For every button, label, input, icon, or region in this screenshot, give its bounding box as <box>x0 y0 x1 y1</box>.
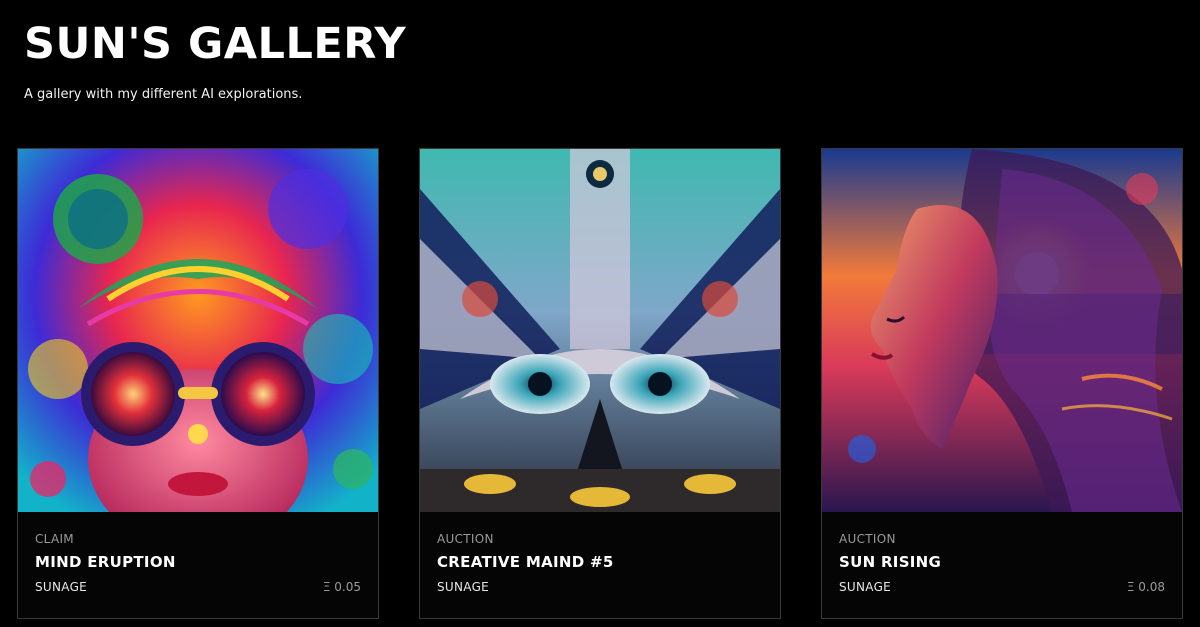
artwork-illustration <box>822 149 1182 512</box>
nft-card-sun-rising[interactable]: AUCTION SUN RISING SUNAGE Ξ 0.08 <box>821 148 1183 619</box>
artist-name[interactable]: SUNAGE <box>839 580 891 594</box>
artist-name[interactable]: SUNAGE <box>35 580 87 594</box>
artwork-title[interactable]: CREATIVE MAIND #5 <box>437 553 614 571</box>
sale-type-label: AUCTION <box>437 532 494 546</box>
price-label: Ξ 0.08 <box>1126 580 1165 594</box>
artwork-image-mind-eruption[interactable] <box>18 149 378 512</box>
page-subtitle: A gallery with my different AI explorati… <box>24 87 303 102</box>
sale-type-label: AUCTION <box>839 532 896 546</box>
artwork-image-sun-rising[interactable] <box>822 149 1182 512</box>
artwork-illustration <box>18 149 378 512</box>
nft-card-creative-maind-5[interactable]: AUCTION CREATIVE MAIND #5 SUNAGE <box>419 148 781 619</box>
page-title: SUN'S GALLERY <box>24 19 407 69</box>
artwork-image-creative-maind-5[interactable] <box>420 149 780 512</box>
artwork-illustration <box>420 149 780 512</box>
nft-card-mind-eruption[interactable]: CLAIM MIND ERUPTION SUNAGE Ξ 0.05 <box>17 148 379 619</box>
price-label: Ξ 0.05 <box>322 580 361 594</box>
artist-name[interactable]: SUNAGE <box>437 580 489 594</box>
artwork-title[interactable]: SUN RISING <box>839 553 941 571</box>
artwork-title[interactable]: MIND ERUPTION <box>35 553 176 571</box>
sale-type-label: CLAIM <box>35 532 74 546</box>
